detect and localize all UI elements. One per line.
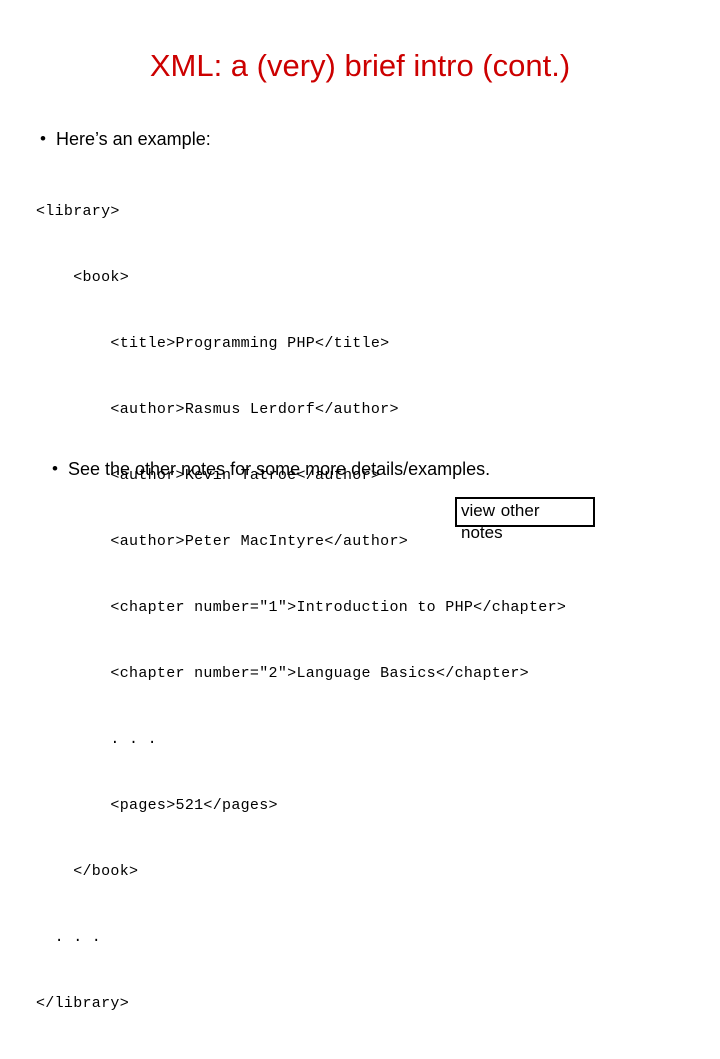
bullet-marker-icon: • [40,129,46,148]
bullet-label-see-other-notes: See the other notes for some more detail… [67,459,491,479]
bullet-item-see-other-notes: • See the other notes for some more deta… [52,458,490,481]
code-line: <author>Rasmus Lerdorf</author> [36,401,399,418]
code-line: <title>Programming PHP</title> [36,335,390,352]
code-line: <book> [36,269,130,286]
view-other-notes-button[interactable]: view other notes [455,497,595,542]
code-line: . . . [36,731,157,748]
code-line: <chapter number="1">Introduction to PHP<… [36,599,567,616]
page-title: XML: a (very) brief intro (cont.) [149,48,571,83]
code-line: <pages>521</pages> [36,797,278,814]
view-other-notes-label: view other notes [461,501,540,542]
code-line: </book> [36,863,139,880]
xml-code-sample: <library> <book> <title>Programming PHP<… [36,157,566,1059]
code-line: <library> [36,203,120,220]
bullet-marker-icon: • [52,459,58,478]
bullet-label-example: Here’s an example: [55,129,211,149]
bullet-item-example: • Here’s an example: [40,128,211,151]
code-line: <chapter number="2">Language Basics</cha… [36,665,529,682]
slide-canvas: XML: a (very) brief intro (cont.) • Here… [0,0,720,1012]
code-line: </library> [36,995,130,1012]
code-line: . . . [36,929,102,946]
